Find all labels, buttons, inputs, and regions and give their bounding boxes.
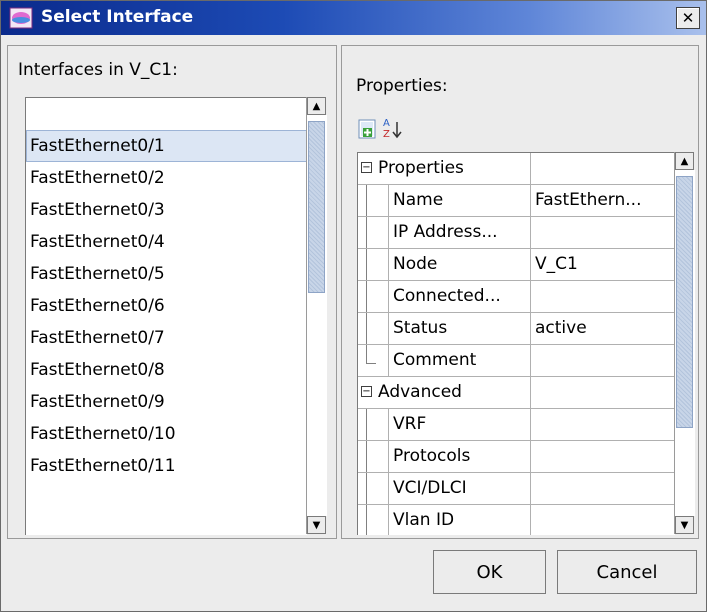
- properties-label: Properties:: [356, 76, 448, 96]
- category-value-cell: [530, 153, 675, 184]
- property-row-node[interactable]: Node V_C1: [358, 249, 675, 281]
- property-value[interactable]: FastEthern...: [530, 185, 675, 216]
- list-item[interactable]: FastEthernet0/3: [26, 194, 307, 226]
- list-item[interactable]: FastEthernet0/6: [26, 290, 307, 322]
- properties-grid[interactable]: − Properties Name FastEthern... IP Addre…: [357, 152, 675, 535]
- sort-letter-z: Z: [383, 129, 390, 140]
- close-button[interactable]: ✕: [676, 7, 700, 29]
- category-advanced[interactable]: − Advanced: [358, 377, 675, 409]
- property-name: Node: [388, 249, 530, 280]
- properties-pane: Properties: A Z − Properties Name FastEt…: [341, 45, 699, 539]
- property-row-status[interactable]: Status active: [358, 313, 675, 345]
- property-name: VCI/DLCI: [388, 473, 530, 504]
- property-value[interactable]: V_C1: [530, 249, 675, 280]
- property-value[interactable]: [530, 281, 675, 312]
- category-label: Properties: [378, 158, 464, 178]
- property-value[interactable]: [530, 473, 675, 504]
- arrow-up-icon: ▲: [680, 155, 689, 167]
- interfaces-scrollbar[interactable]: ▲ ▼: [306, 97, 327, 534]
- properties-scrollbar[interactable]: ▲ ▼: [674, 152, 695, 534]
- scroll-track[interactable]: [675, 170, 695, 516]
- category-label: Advanced: [378, 382, 462, 402]
- scroll-track[interactable]: [307, 115, 327, 516]
- interfaces-list[interactable]: FastEthernet0/1 FastEthernet0/2 FastEthe…: [25, 97, 307, 535]
- title-bar[interactable]: Select Interface ✕: [1, 1, 706, 35]
- property-row-name[interactable]: Name FastEthern...: [358, 185, 675, 217]
- property-name: Status: [388, 313, 530, 344]
- list-item[interactable]: FastEthernet0/8: [26, 354, 307, 386]
- scroll-thumb[interactable]: [308, 121, 325, 293]
- property-name: Connected...: [388, 281, 530, 312]
- sort-alphabetical-icon: A Z: [383, 118, 402, 140]
- property-value[interactable]: [530, 345, 675, 376]
- property-name: Vlan ID: [388, 505, 530, 535]
- property-value[interactable]: [530, 409, 675, 440]
- collapse-icon[interactable]: −: [361, 162, 372, 173]
- app-icon: [9, 7, 33, 29]
- ok-button[interactable]: OK: [433, 550, 546, 594]
- list-item[interactable]: FastEthernet0/7: [26, 322, 307, 354]
- list-item[interactable]: FastEthernet0/5: [26, 258, 307, 290]
- list-item-selected[interactable]: FastEthernet0/1: [26, 130, 307, 162]
- categorized-view-button[interactable]: [357, 118, 379, 140]
- categorized-view-icon: [358, 119, 376, 139]
- window-title: Select Interface: [41, 7, 194, 27]
- property-name: Name: [388, 185, 530, 216]
- list-item[interactable]: FastEthernet0/9: [26, 386, 307, 418]
- sort-alphabetical-button[interactable]: A Z: [382, 116, 404, 140]
- scroll-down-button[interactable]: ▼: [675, 516, 694, 534]
- list-item[interactable]: [26, 98, 307, 130]
- list-item[interactable]: FastEthernet0/4: [26, 226, 307, 258]
- property-value[interactable]: [530, 441, 675, 472]
- category-properties[interactable]: − Properties: [358, 153, 675, 185]
- collapse-icon[interactable]: −: [361, 386, 372, 397]
- property-row-comment[interactable]: Comment: [358, 345, 675, 377]
- property-row-vrf[interactable]: VRF: [358, 409, 675, 441]
- cancel-button[interactable]: Cancel: [557, 550, 697, 594]
- property-row-vci-dlci[interactable]: VCI/DLCI: [358, 473, 675, 505]
- list-item[interactable]: FastEthernet0/11: [26, 450, 307, 482]
- scroll-up-button[interactable]: ▲: [675, 152, 694, 170]
- property-value[interactable]: active: [530, 313, 675, 344]
- list-item[interactable]: FastEthernet0/10: [26, 418, 307, 450]
- property-row-vlan-id[interactable]: Vlan ID: [358, 505, 675, 535]
- property-row-protocols[interactable]: Protocols: [358, 441, 675, 473]
- select-interface-dialog: Select Interface ✕ Interfaces in V_C1: F…: [0, 0, 707, 612]
- list-item[interactable]: FastEthernet0/2: [26, 162, 307, 194]
- scroll-thumb[interactable]: [676, 176, 693, 428]
- property-name: IP Address...: [388, 217, 530, 248]
- sort-letter-a: A: [383, 118, 390, 129]
- property-value[interactable]: [530, 505, 675, 535]
- scroll-up-button[interactable]: ▲: [307, 97, 326, 115]
- category-value-cell: [530, 377, 675, 408]
- property-name: Protocols: [388, 441, 530, 472]
- arrow-down-icon: ▼: [312, 519, 321, 531]
- property-name: VRF: [388, 409, 530, 440]
- property-row-connected[interactable]: Connected...: [358, 281, 675, 313]
- interfaces-label: Interfaces in V_C1:: [18, 60, 178, 80]
- arrow-down-icon: ▼: [680, 519, 689, 531]
- arrow-up-icon: ▲: [312, 100, 321, 112]
- interfaces-pane: Interfaces in V_C1: FastEthernet0/1 Fast…: [7, 45, 337, 539]
- property-name: Comment: [388, 345, 530, 376]
- property-value[interactable]: [530, 217, 675, 248]
- close-icon: ✕: [681, 8, 695, 27]
- property-row-ip-address[interactable]: IP Address...: [358, 217, 675, 249]
- scroll-down-button[interactable]: ▼: [307, 516, 326, 534]
